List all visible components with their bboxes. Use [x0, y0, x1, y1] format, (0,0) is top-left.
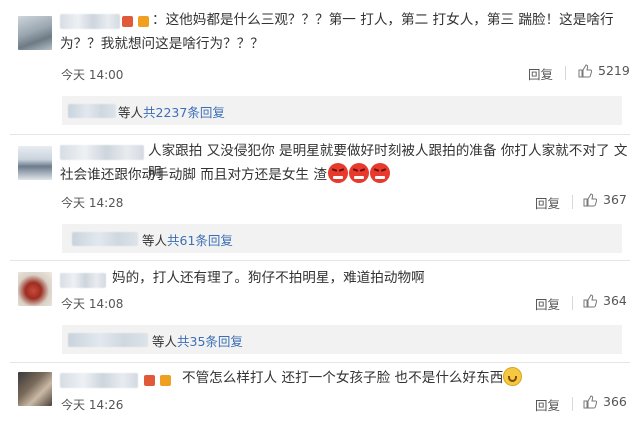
like-count: 364	[603, 293, 627, 308]
comment-text-content: 不管怎么样打人 还打一个女孩子脸 也不是什么好东西	[182, 370, 504, 386]
like-count: 366	[603, 394, 627, 409]
sub-reply-users-blurred	[68, 333, 148, 347]
like-count: 5219	[598, 63, 630, 78]
sub-reply-summary: 等人共61条回复	[142, 230, 233, 249]
comment-time: 今天 14:28	[61, 196, 124, 210]
comment-time: 今天 14:26	[61, 398, 124, 412]
sub-reply-summary: 等人共2237条回复	[118, 102, 225, 121]
avatar[interactable]	[18, 146, 52, 180]
sub-reply-suffix: 等人	[142, 233, 168, 248]
like-button[interactable]: 5219	[578, 63, 630, 78]
avatar[interactable]	[18, 372, 52, 406]
angry-face-emoji	[348, 163, 369, 183]
comment-time: 今天 14:00	[61, 68, 124, 82]
divider	[10, 260, 630, 261]
reply-button[interactable]: 回复	[535, 294, 560, 313]
reply-button[interactable]: 回复	[528, 64, 553, 83]
sub-reply-summary: 等人共35条回复	[152, 331, 243, 350]
sub-replies-box[interactable]: 等人共61条回复	[62, 224, 622, 253]
sub-reply-count-link[interactable]: 共35条回复	[177, 334, 243, 349]
thumbs-up-icon	[583, 394, 597, 408]
thumbs-up-icon	[578, 63, 592, 77]
user-badge-icon	[160, 375, 171, 386]
sub-reply-users-blurred	[72, 232, 138, 246]
reply-button[interactable]: 回复	[535, 193, 560, 212]
like-count: 367	[603, 192, 627, 207]
separator	[572, 296, 573, 310]
angry-face-emoji	[327, 163, 348, 183]
username-blurred[interactable]	[60, 14, 120, 29]
separator	[572, 195, 573, 209]
avatar[interactable]	[18, 272, 52, 306]
sub-reply-suffix: 等人	[152, 334, 178, 349]
user-badge-icon	[138, 16, 149, 27]
sub-reply-suffix: 等人	[118, 105, 144, 120]
divider	[10, 134, 630, 135]
user-badge-icon	[144, 375, 155, 386]
user-badge-icon	[122, 16, 133, 27]
like-button[interactable]: 367	[583, 192, 627, 207]
angry-face-emoji	[369, 163, 390, 183]
comment-text-cont: 为？？我就想问这是啥行为？？？	[60, 36, 264, 52]
comment-text-cont-text: 社会谁还跟你动手动脚 而且对方还是女生 渣	[60, 167, 327, 183]
divider	[10, 362, 630, 363]
separator	[565, 66, 566, 80]
sub-reply-count-link[interactable]: 共2237条回复	[143, 105, 225, 120]
like-button[interactable]: 366	[583, 394, 627, 409]
sub-reply-count-link[interactable]: 共61条回复	[167, 233, 233, 248]
sweat-smile-emoji	[503, 367, 523, 386]
thumbs-up-icon	[583, 192, 597, 206]
comment-time: 今天 14:08	[61, 297, 124, 311]
like-button[interactable]: 364	[583, 293, 627, 308]
username-blurred[interactable]	[60, 273, 106, 288]
separator	[572, 397, 573, 411]
thumbs-up-icon	[583, 293, 597, 307]
comment-text: 妈的，打人还有理了。狗仔不拍明星，难道拍动物啊	[112, 270, 425, 286]
comment-text-cont: 社会谁还跟你动手动脚 而且对方还是女生 渣	[60, 163, 390, 186]
avatar[interactable]	[18, 16, 52, 50]
comment-text: 不管怎么样打人 还打一个女孩子脸 也不是什么好东西	[182, 367, 622, 389]
reply-button[interactable]: 回复	[535, 395, 560, 414]
comment-text: ：这他妈都是什么三观？？？第一 打人，第二 打女人，第三 踹脸！这是啥行	[152, 12, 614, 28]
sub-reply-users-blurred	[68, 104, 116, 118]
username-blurred[interactable]	[60, 373, 138, 388]
sub-replies-box[interactable]: 等人共35条回复	[62, 325, 622, 354]
username-blurred[interactable]	[60, 145, 144, 160]
sub-replies-box[interactable]: 等人共2237条回复	[62, 96, 622, 125]
